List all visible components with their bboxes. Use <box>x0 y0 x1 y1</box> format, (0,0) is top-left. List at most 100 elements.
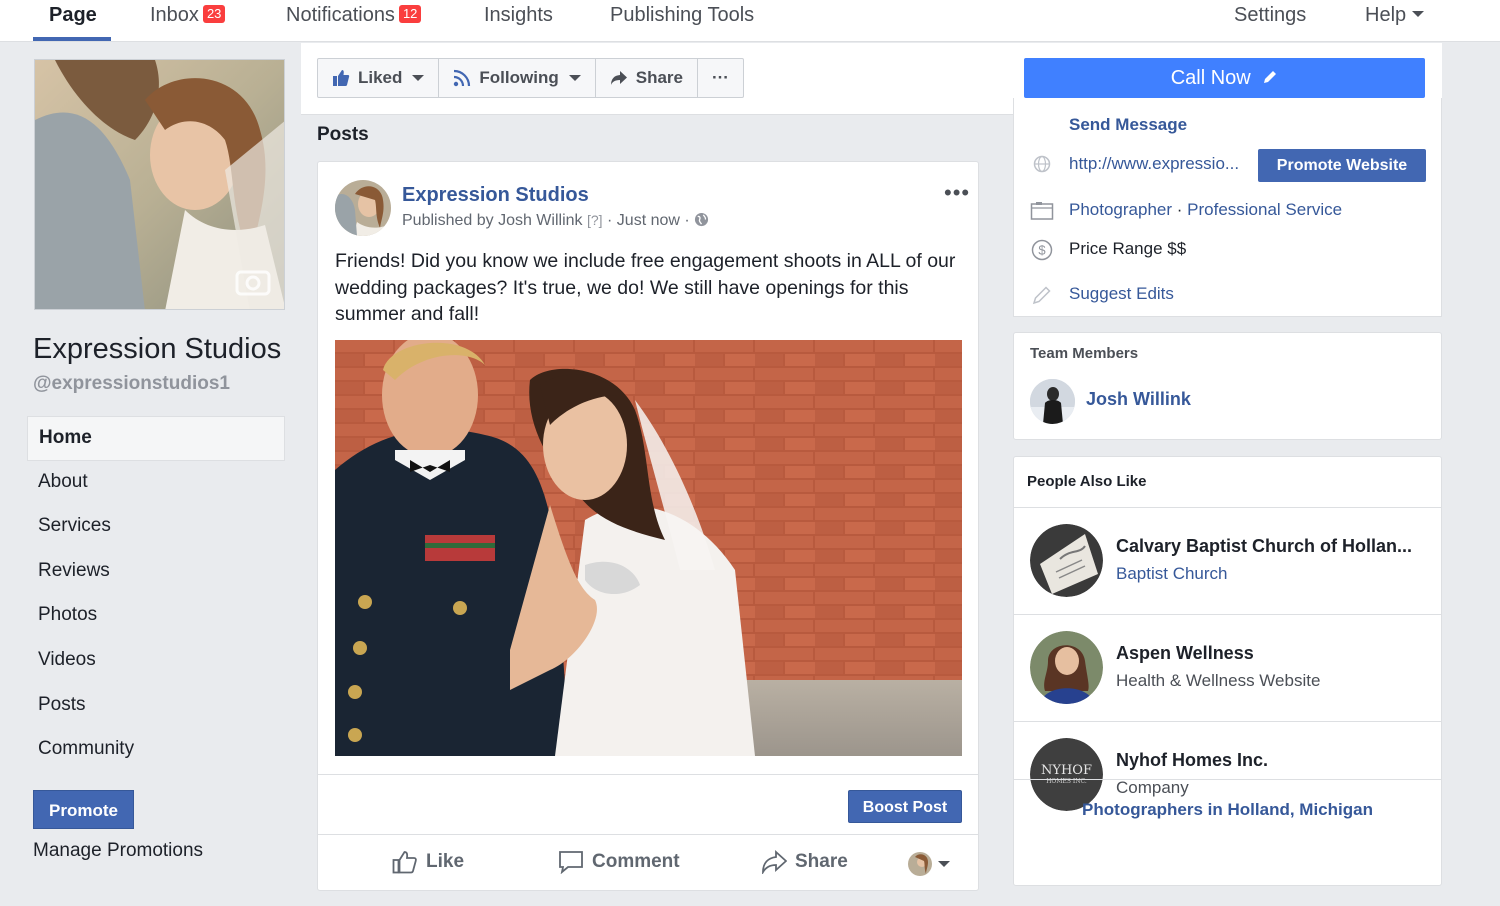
people-also-like-card: People Also Like Calvary Baptist Church … <box>1013 456 1442 886</box>
help-menu[interactable]: Help <box>1365 0 1425 42</box>
tab-page[interactable]: Page <box>49 0 97 42</box>
profile-photo[interactable] <box>34 59 285 310</box>
following-button[interactable]: Following <box>439 59 596 97</box>
help-label: Help <box>1365 4 1407 26</box>
sidebar-item-posts[interactable]: Posts <box>27 684 285 729</box>
inbox-badge: 23 <box>202 5 226 23</box>
help-link[interactable]: [?] <box>587 212 603 228</box>
suggest-edits-link[interactable]: Suggest Edits <box>1069 284 1174 304</box>
call-now-label: Call Now <box>1170 67 1251 89</box>
nyhof-logo-text: NYHOF <box>1041 763 1092 778</box>
post-options-menu[interactable]: ••• <box>944 180 970 206</box>
list-item[interactable]: Calvary Baptist Church of Hollan... Bapt… <box>1014 507 1441 614</box>
globe-icon <box>695 212 709 227</box>
share-icon <box>762 850 787 874</box>
avatar[interactable] <box>1030 379 1075 424</box>
liked-label: Liked <box>358 68 403 87</box>
avatar-image <box>335 180 391 236</box>
comment-button[interactable]: Comment <box>558 850 680 874</box>
category-professional-service-link[interactable]: Professional Service <box>1187 200 1342 219</box>
price-range: Price Range $$ <box>1069 239 1187 258</box>
tab-settings[interactable]: Settings <box>1234 0 1306 42</box>
list-item[interactable]: Aspen Wellness Health & Wellness Website <box>1014 614 1441 721</box>
post-photo[interactable] <box>335 340 962 756</box>
like-label: Like <box>426 851 465 872</box>
call-now-button[interactable]: Call Now <box>1024 58 1425 98</box>
divider <box>318 774 978 775</box>
website-link[interactable]: http://www.expressio... <box>1069 154 1239 174</box>
page-suggestion-name[interactable]: Aspen Wellness <box>1116 643 1254 664</box>
page-actions: Liked Following Share ··· <box>317 58 744 98</box>
tab-insights[interactable]: Insights <box>484 0 553 42</box>
post-timestamp[interactable]: · Just now · <box>607 212 690 229</box>
chevron-down-icon <box>412 75 425 81</box>
promote-website-button[interactable]: Promote Website <box>1258 149 1426 182</box>
share-post-label: Share <box>795 851 848 872</box>
page-handle[interactable]: @expressionstudios1 <box>33 373 230 395</box>
svg-text:$: $ <box>1038 243 1046 258</box>
thumbs-up-icon <box>333 70 350 86</box>
photographers-in-holland-link[interactable]: Photographers in Holland, Michigan <box>1082 800 1373 820</box>
team-member-name[interactable]: Josh Willink <box>1086 389 1191 410</box>
team-members-card: Team Members Josh Willink <box>1013 332 1442 440</box>
pencil-icon <box>1030 283 1054 307</box>
pencil-icon <box>1264 71 1277 83</box>
tab-inbox-label: Inbox <box>150 4 199 26</box>
avatar <box>1030 524 1103 597</box>
chevron-down-icon <box>938 861 950 867</box>
published-by: Published by Josh Willink <box>402 212 583 229</box>
comment-label: Comment <box>592 851 680 872</box>
tab-notifications[interactable]: Notifications 12 <box>286 0 422 42</box>
send-message-link[interactable]: Send Message <box>1069 115 1187 135</box>
post-author-avatar[interactable] <box>335 180 391 236</box>
sidebar-item-home[interactable]: Home <box>27 416 285 461</box>
team-members-title: Team Members <box>1030 345 1139 362</box>
category-separator: · <box>1172 200 1188 219</box>
more-options-button[interactable]: ··· <box>698 59 743 97</box>
sidebar-item-reviews[interactable]: Reviews <box>27 550 285 595</box>
share-post-button[interactable]: Share <box>761 850 848 874</box>
more-icon: ··· <box>711 68 729 87</box>
sidebar-item-community[interactable]: Community <box>27 728 285 773</box>
tab-insights-label: Insights <box>484 4 553 26</box>
category-photographer-link[interactable]: Photographer <box>1069 200 1172 219</box>
sidebar-item-videos[interactable]: Videos <box>27 639 285 684</box>
following-label: Following <box>479 68 559 87</box>
liked-button[interactable]: Liked <box>318 59 440 97</box>
comment-icon <box>559 851 583 874</box>
notifications-badge: 12 <box>398 5 422 23</box>
manage-promotions-link[interactable]: Manage Promotions <box>33 840 203 862</box>
sidebar-item-photos[interactable]: Photos <box>27 594 285 639</box>
post-card: Expression Studios Published by Josh Wil… <box>317 161 979 891</box>
sidebar-item-about[interactable]: About <box>27 461 285 506</box>
like-button[interactable]: Like <box>392 850 464 874</box>
dollar-icon: $ <box>1030 238 1054 262</box>
rss-icon <box>454 69 471 87</box>
related-pages-footer: Photographers in Holland, Michigan <box>1014 779 1441 884</box>
page-name: Expression Studios <box>33 333 282 365</box>
share-arrow-icon <box>610 71 627 85</box>
tab-page-label: Page <box>49 4 97 26</box>
post-author-name[interactable]: Expression Studios <box>402 184 589 207</box>
page-suggestion-name[interactable]: Nyhof Homes Inc. <box>1116 750 1268 771</box>
globe-icon <box>1030 152 1054 176</box>
tab-inbox[interactable]: Inbox 23 <box>150 0 226 42</box>
tab-publishing-tools-label: Publishing Tools <box>610 4 755 26</box>
divider <box>318 834 978 835</box>
thumbs-up-outline-icon <box>392 851 417 874</box>
team-member-photo <box>1030 379 1075 424</box>
post-photo-image <box>335 340 962 756</box>
post-as-selector[interactable] <box>908 852 950 876</box>
page-suggestion-category: Health & Wellness Website <box>1116 671 1321 690</box>
sidebar-item-services[interactable]: Services <box>27 505 285 550</box>
people-also-like-title: People Also Like <box>1027 473 1147 490</box>
chevron-down-icon <box>568 75 581 81</box>
tab-publishing-tools[interactable]: Publishing Tools <box>610 0 754 42</box>
page-suggestion-category[interactable]: Baptist Church <box>1116 564 1228 584</box>
promote-button[interactable]: Promote <box>33 790 134 829</box>
boost-post-button[interactable]: Boost Post <box>848 790 962 823</box>
top-navigation: Page Inbox 23 Notifications 12 Insights Pu… <box>0 0 1500 42</box>
page-suggestion-name[interactable]: Calvary Baptist Church of Hollan... <box>1116 536 1412 557</box>
share-page-button[interactable]: Share <box>596 59 698 97</box>
profile-photo-image <box>35 60 284 309</box>
